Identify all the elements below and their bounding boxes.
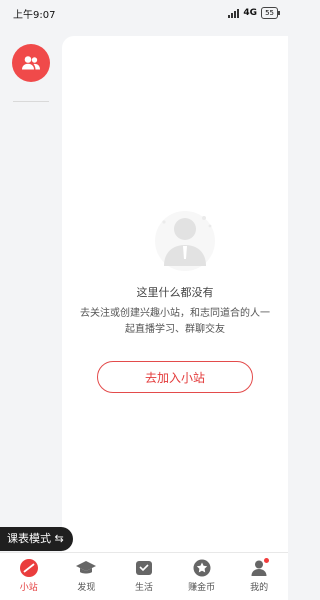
empty-state-title: 这里什么都没有 — [136, 286, 214, 299]
empty-state-description: 去关注或创建兴趣小站，和志同道合的人一 起直播学习、群聊交友 — [62, 306, 288, 338]
battery-icon: 55 — [261, 7, 280, 19]
sidebar-divider — [13, 101, 49, 102]
empty-desc-line2: 起直播学习、群聊交友 — [125, 324, 225, 335]
tab-station[interactable]: 小站 — [0, 553, 58, 600]
battery-level: 55 — [265, 9, 274, 17]
tab-label: 我的 — [250, 583, 269, 593]
status-time: 上午9:07 — [13, 9, 56, 21]
tab-life[interactable]: 生活 — [115, 553, 173, 600]
schedule-mode-toggle[interactable]: 课表模式 ⇆ — [0, 527, 73, 551]
tab-label: 生活 — [134, 583, 153, 593]
status-bar: 上午9:07 4G 55 — [0, 0, 288, 26]
coin-star-icon — [191, 558, 213, 578]
tab-discover[interactable]: 发现 — [58, 553, 116, 600]
profile-icon — [248, 558, 270, 578]
tab-profile[interactable]: 我的 — [230, 553, 288, 600]
empty-state-illustration — [150, 204, 220, 274]
tab-label: 小站 — [19, 583, 38, 593]
tab-label: 发现 — [77, 583, 96, 593]
status-indicators: 4G 55 — [228, 7, 280, 19]
station-icon — [18, 558, 40, 578]
network-type: 4G — [243, 8, 258, 18]
tab-earn-coins[interactable]: 赚金币 — [173, 553, 231, 600]
empty-desc-line1: 去关注或创建兴趣小站，和志同道合的人一 — [80, 308, 270, 319]
group-icon[interactable] — [12, 44, 50, 82]
signal-icon — [228, 8, 240, 18]
bottom-tab-bar: 小站 发现 生活 赚金币 我的 — [0, 552, 288, 600]
station-sidebar — [0, 26, 62, 552]
join-station-button[interactable]: 去加入小站 — [97, 361, 253, 393]
main-panel: 这里什么都没有 去关注或创建兴趣小站，和志同道合的人一 起直播学习、群聊交友 去… — [62, 36, 288, 552]
life-icon — [133, 558, 155, 578]
tab-label: 赚金币 — [188, 583, 216, 593]
grad-cap-icon — [75, 558, 97, 578]
